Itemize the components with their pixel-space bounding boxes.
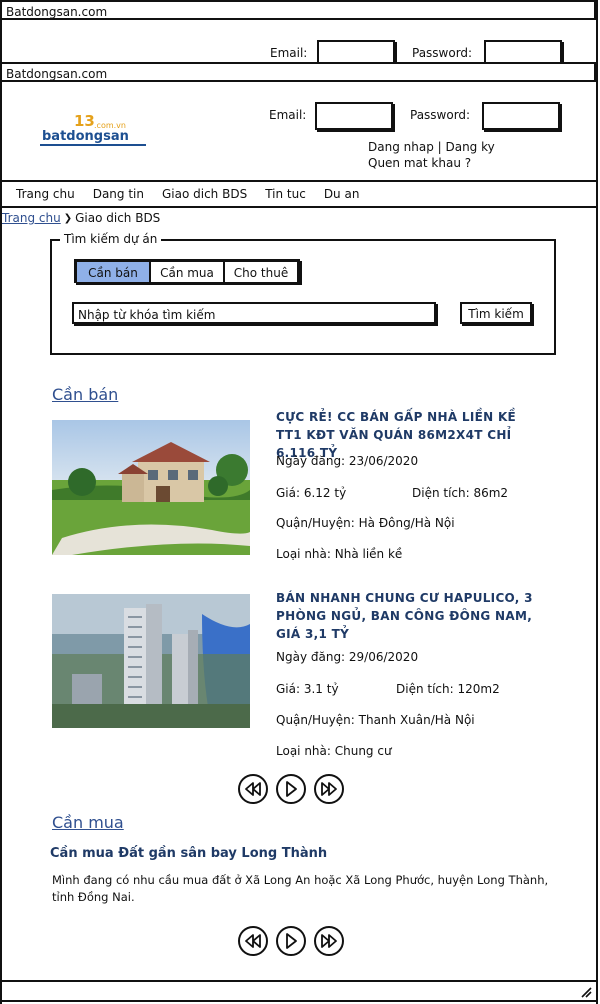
play-icon: [286, 781, 297, 797]
play-button[interactable]: [276, 926, 306, 956]
listing-image-apartment[interactable]: [52, 594, 250, 728]
password-label: Password:: [410, 108, 471, 122]
search-input[interactable]: Nhập từ khóa tìm kiếm: [72, 302, 436, 324]
frame-right: [596, 0, 598, 1004]
nav-item-post[interactable]: Dang tin: [93, 187, 144, 201]
header: 13 .com.vn batdongsan Email: Password: D…: [2, 82, 596, 182]
logo-text: batdongsan: [42, 129, 129, 144]
nav-item-projects[interactable]: Du an: [324, 187, 360, 201]
listing-type: Loại nhà: Nhà liền kề: [276, 547, 403, 561]
chevron-right-icon: ❯: [63, 212, 73, 224]
search-legend: Tìm kiếm dự án: [60, 232, 162, 246]
section-buy-heading[interactable]: Cần mua: [52, 813, 124, 832]
window-title: Batdongsan.com: [6, 67, 108, 81]
bg-password-field: [484, 40, 562, 62]
site-logo[interactable]: 13 .com.vn batdongsan: [38, 112, 150, 150]
listing-title[interactable]: Bán nhanh chung cư Hapulico, 3 phòng ngủ…: [276, 589, 548, 643]
buy-post-title[interactable]: Cần mua Đất gần sân bay Long Thành: [50, 846, 327, 861]
search-tabs: Cần bán Cần mua Cho thuê: [74, 259, 300, 283]
listing-price: Giá: 3.1 tỷ: [276, 682, 339, 696]
password-field[interactable]: [482, 102, 560, 130]
breadcrumb-current: Giao dich BDS: [75, 211, 161, 225]
nav-item-transactions[interactable]: Giao dich BDS: [162, 187, 247, 201]
rewind-button[interactable]: [238, 774, 268, 804]
background-window-titlebar: Batdongsan.com: [0, 0, 596, 20]
listing-district: Quận/Huyện: Hà Đông/Hà Nội: [276, 516, 455, 530]
fast-forward-button[interactable]: [314, 926, 344, 956]
bg-password-label: Password:: [412, 46, 473, 60]
fast-forward-icon: [321, 782, 337, 796]
window-titlebar: Batdongsan.com: [0, 62, 596, 82]
main-nav: Trang chu Dang tin Giao dich BDS Tin tuc…: [0, 180, 598, 208]
listing-area: Diện tích: 86m2: [412, 486, 509, 500]
background-window: Email: Password:: [0, 20, 600, 62]
listing-district: Quận/Huyện: Thanh Xuân/Hà Nội: [276, 713, 475, 727]
buy-pager: [238, 926, 344, 956]
email-field[interactable]: [315, 102, 393, 130]
breadcrumb: Trang chu ❯ Giao dich BDS: [2, 211, 160, 225]
apartment-photo: [52, 594, 250, 728]
tab-buy[interactable]: Cần mua: [150, 261, 224, 283]
listing-date: Ngày đăng: 29/06/2020: [276, 650, 419, 664]
forgot-password-link[interactable]: Quen mat khau ?: [368, 156, 471, 170]
play-button[interactable]: [276, 774, 306, 804]
bg-email-label: Email:: [270, 46, 308, 60]
listing-price: Giá: 6.12 tỷ: [276, 486, 347, 500]
rewind-icon: [245, 934, 261, 948]
svg-text:13: 13: [74, 112, 95, 130]
background-window-title: Batdongsan.com: [6, 5, 108, 19]
play-icon: [286, 933, 297, 949]
section-sell-heading[interactable]: Cần bán: [52, 385, 118, 404]
tab-sell[interactable]: Cần bán: [76, 261, 150, 283]
sell-pager: [238, 774, 344, 804]
tab-rent[interactable]: Cho thuê: [224, 261, 298, 283]
search-panel: Tìm kiếm dự án Cần bán Cần mua Cho thuê …: [50, 232, 556, 355]
nav-item-news[interactable]: Tin tuc: [265, 187, 306, 201]
nav-item-home[interactable]: Trang chu: [16, 187, 75, 201]
buy-post-body: Mình đang có nhu cầu mua đất ở Xã Long A…: [52, 873, 549, 904]
fast-forward-icon: [321, 934, 337, 948]
status-bar: [0, 980, 598, 1002]
logo-graphic: 13 .com.vn batdongsan: [40, 112, 148, 146]
rewind-button[interactable]: [238, 926, 268, 956]
breadcrumb-home[interactable]: Trang chu: [2, 211, 61, 225]
email-label: Email:: [269, 108, 307, 122]
search-button[interactable]: Tìm kiếm: [460, 302, 532, 324]
rewind-icon: [245, 782, 261, 796]
listing-area: Diện tích: 120m2: [396, 682, 500, 696]
villa-photo: [52, 420, 250, 555]
listing-image-villa[interactable]: [52, 420, 250, 555]
fast-forward-button[interactable]: [314, 774, 344, 804]
listing-type: Loại nhà: Chung cư: [276, 744, 392, 758]
login-register-links[interactable]: Dang nhap | Dang ky: [368, 140, 495, 154]
bg-email-field: [317, 40, 395, 62]
resize-grip-icon[interactable]: [580, 986, 592, 998]
listing-date: Ngày đăng: 23/06/2020: [276, 454, 419, 468]
